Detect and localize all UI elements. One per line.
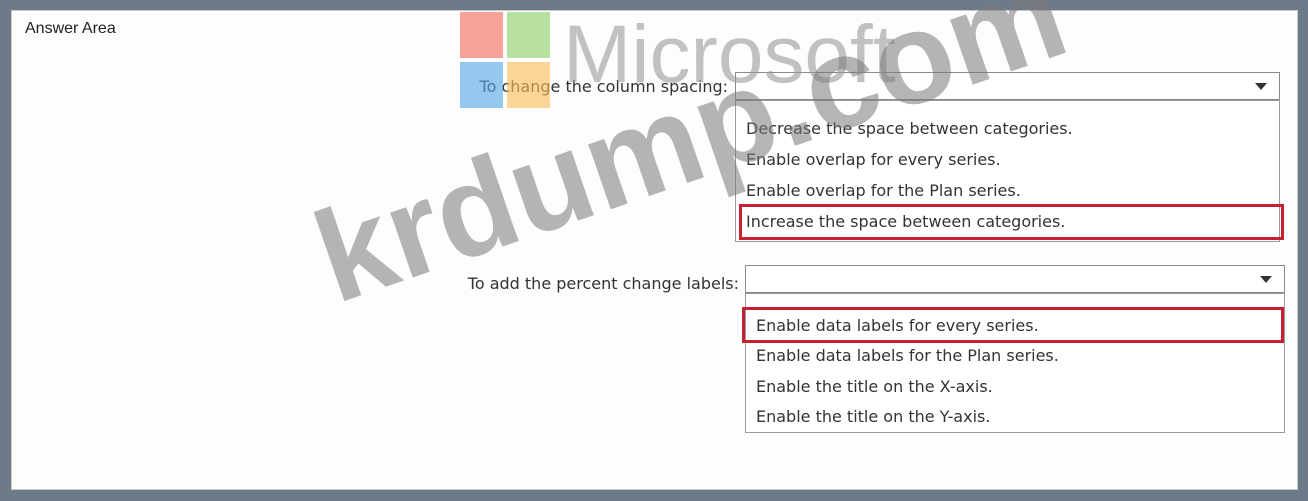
option-data-labels-plan-series[interactable]: Enable data labels for the Plan series. — [756, 346, 1059, 365]
answer-area-title: Answer Area — [25, 20, 116, 37]
percent-change-label: To add the percent change labels: — [467, 274, 739, 293]
option-overlap-every-series[interactable]: Enable overlap for every series. — [746, 150, 1001, 169]
option-title-y-axis[interactable]: Enable the title on the Y-axis. — [756, 407, 990, 426]
microsoft-watermark: Microsoft — [563, 9, 896, 100]
option-decrease-space[interactable]: Decrease the space between categories. — [746, 119, 1073, 138]
answer-highlight-box — [742, 307, 1284, 343]
microsoft-logo-icon — [460, 12, 550, 108]
percent-change-dropdown[interactable] — [745, 265, 1285, 293]
answer-highlight-box — [739, 204, 1284, 240]
option-overlap-plan-series[interactable]: Enable overlap for the Plan series. — [746, 181, 1021, 200]
dropdown-arrow-icon[interactable] — [1255, 83, 1267, 90]
option-title-x-axis[interactable]: Enable the title on the X-axis. — [756, 377, 993, 396]
dropdown-arrow-icon[interactable] — [1260, 276, 1272, 283]
